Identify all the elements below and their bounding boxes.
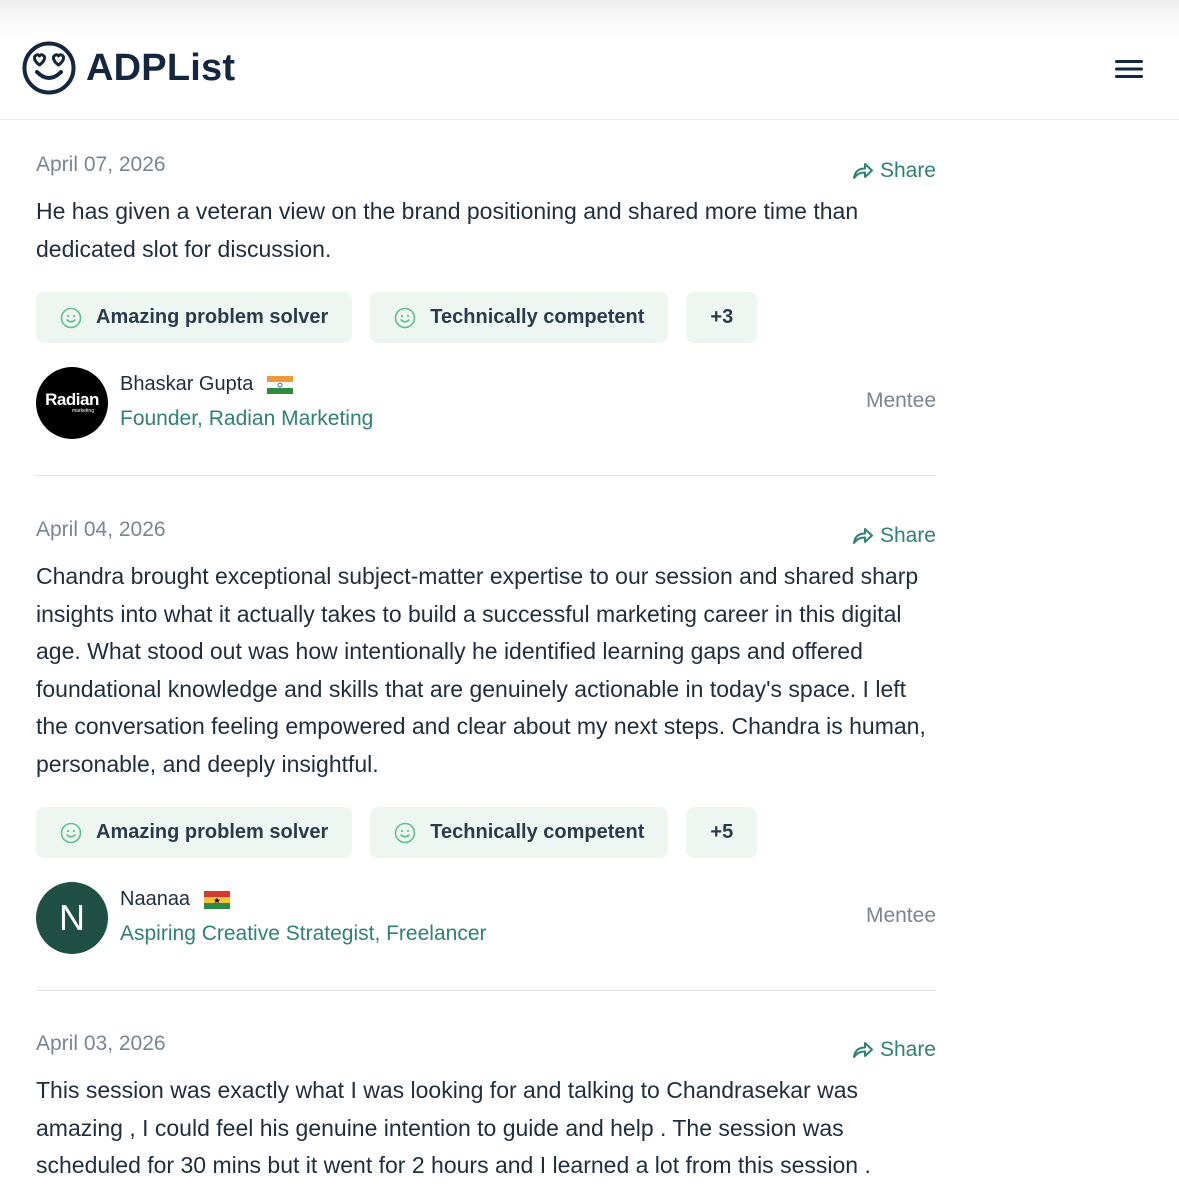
reviewer-role: Aspiring Creative Strategist, Freelancer [120,922,487,945]
share-label: Share [879,524,936,547]
tag-label: Amazing problem solver [96,821,329,843]
review-date: April 03, 2026 [36,1032,166,1055]
share-button[interactable]: Share [852,524,936,548]
smiley-icon [60,822,82,843]
avatar-logo-text: Radian [45,390,99,409]
app-name: ADPList [86,46,236,89]
reviewer-name-row: Naanaa [120,888,231,911]
india-flag-icon [267,375,294,394]
review-text: This session was exactly what I was look… [36,1077,871,1178]
share-button[interactable]: Share [852,159,936,183]
more-tags-button[interactable]: +5 [686,807,758,858]
share-label: Share [879,159,936,182]
review-tags: Amazing problem solver Technically compe… [36,292,758,343]
top-nav-bar: ADPList [0,0,1179,120]
tag-label: Technically competent [430,306,645,328]
smiley-icon [394,307,416,328]
review-text: He has given a veteran view on the brand… [36,198,859,262]
tag-chip: Technically competent [370,807,669,858]
reviewer-type: Mentee [865,904,936,927]
share-arrow-icon [852,1042,873,1058]
review-card: April 07, 2026 Share He has given a vete… [36,150,936,450]
smiley-icon [60,307,82,328]
smiley-icon [394,822,416,843]
avatar[interactable]: Radian marketing [36,367,108,439]
review-tags: Amazing problem solver Technically compe… [36,807,758,858]
reviewer-name-row: Bhaskar Gupta [120,373,294,396]
tag-chip: Amazing problem solver [36,807,353,858]
ghana-flag-icon [204,890,231,909]
share-arrow-icon [852,528,873,544]
hamburger-icon [1115,60,1143,78]
adplist-logo[interactable]: ADPList [22,40,235,96]
avatar-logo-subtext: marketing [72,408,94,414]
divider [36,990,936,991]
share-button[interactable]: Share [852,1038,936,1062]
hamburger-menu-button[interactable] [1106,50,1152,88]
reviewer: Radian marketing Bhaskar Gupta Founder, … [36,367,936,439]
share-arrow-icon [852,163,873,179]
review-date: April 04, 2026 [36,518,166,541]
reviewer-type: Mentee [865,389,936,412]
reviewer-role: Founder, Radian Marketing [120,407,374,430]
reviewer-name[interactable]: Naanaa [120,888,190,911]
smiley-heart-eyes-icon [22,41,76,95]
avatar[interactable]: N [36,882,108,954]
reviewer: N Naanaa Aspiring Creative Strategist, F… [36,882,936,954]
share-label: Share [879,1038,936,1061]
review-card: April 03, 2026 Share This session was ex… [36,1029,936,1179]
review-card: April 04, 2026 Share Chandra brought exc… [36,515,936,965]
tag-chip: Amazing problem solver [36,292,353,343]
divider [36,475,936,476]
review-text: Chandra brought exceptional subject-matt… [36,563,926,777]
tag-chip: Technically competent [370,292,669,343]
tag-label: Amazing problem solver [96,306,329,328]
more-tags-button[interactable]: +3 [686,292,758,343]
tag-label: Technically competent [430,821,645,843]
review-date: April 07, 2026 [36,153,166,176]
reviewer-name[interactable]: Bhaskar Gupta [120,373,253,396]
